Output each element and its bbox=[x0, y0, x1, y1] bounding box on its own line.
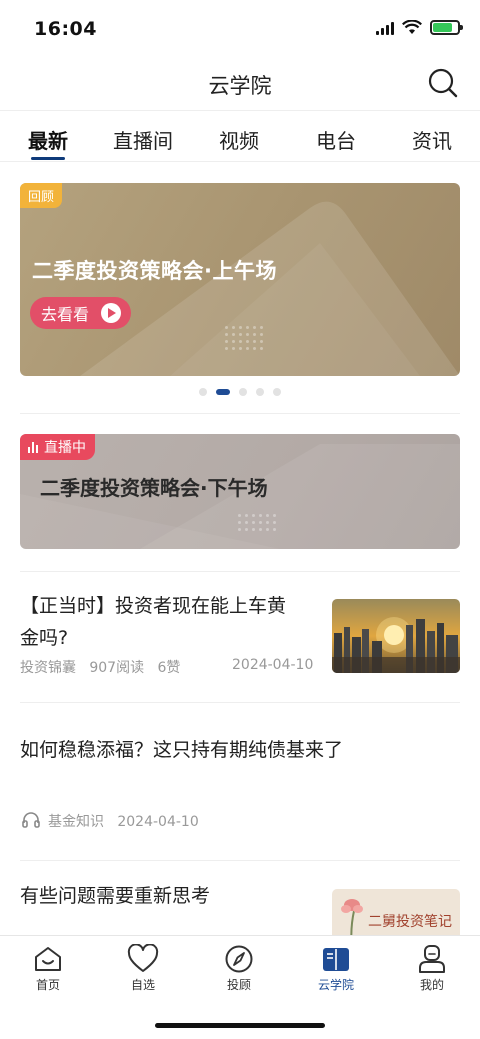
flower-illustration bbox=[341, 899, 363, 935]
article-title: 【正当时】投资者现在能上车黄金吗? bbox=[20, 595, 287, 649]
section-divider bbox=[20, 702, 460, 703]
heart-icon bbox=[127, 944, 159, 972]
tab-live-room[interactable]: 直播间 bbox=[113, 125, 173, 154]
nav-favorites[interactable]: 自选 bbox=[103, 944, 183, 993]
article-item[interactable]: 【正当时】投资者现在能上车黄金吗? 投资锦囊 907阅读 6赞 2024-04-… bbox=[20, 590, 460, 690]
tab-video[interactable]: 视频 bbox=[219, 125, 259, 154]
live-bars-icon bbox=[28, 441, 38, 453]
nav-home[interactable]: 首页 bbox=[8, 944, 88, 993]
watch-button-label: 去看看 bbox=[41, 305, 90, 324]
article-meta: 投资锦囊 907阅读 6赞 bbox=[20, 657, 180, 677]
dot-pattern-decoration bbox=[225, 326, 263, 350]
nav-advisor[interactable]: 投顾 bbox=[199, 944, 279, 993]
live-title: 二季度投资策略会·下午场 bbox=[40, 476, 268, 500]
headphones-icon bbox=[22, 812, 40, 828]
home-indicator[interactable] bbox=[155, 1023, 325, 1028]
wifi-icon bbox=[402, 20, 422, 34]
section-divider bbox=[20, 571, 460, 572]
section-divider bbox=[20, 860, 460, 861]
replay-badge: 回顾 bbox=[20, 183, 63, 208]
article-title: 如何稳稳添福？这只持有期纯债基来了 bbox=[20, 739, 344, 761]
article-meta: 基金知识 2024-04-10 bbox=[48, 811, 199, 831]
pager-dot[interactable] bbox=[239, 388, 247, 396]
pager-dot[interactable] bbox=[199, 388, 207, 396]
nav-home-label: 首页 bbox=[35, 978, 60, 992]
compass-icon bbox=[225, 945, 253, 973]
tab-radio[interactable]: 电台 bbox=[316, 125, 356, 154]
tab-latest[interactable]: 最新 bbox=[28, 125, 68, 154]
nav-advisor-label: 投顾 bbox=[226, 978, 251, 992]
article-item[interactable]: 有些问题需要重新思考 二舅投资笔记 bbox=[20, 880, 460, 935]
live-card[interactable]: 直播中 二季度投资策略会·下午场 bbox=[20, 434, 460, 549]
featured-banner[interactable]: 回顾 二季度投资策略会·上午场 去看看 bbox=[20, 183, 460, 376]
pager-dot[interactable] bbox=[273, 388, 281, 396]
watch-button[interactable]: 去看看 bbox=[30, 297, 131, 329]
battery-icon bbox=[430, 20, 463, 35]
article-date: 2024-04-10 bbox=[117, 814, 199, 830]
article-source: 基金知识 bbox=[48, 814, 104, 830]
active-tab-indicator bbox=[31, 157, 65, 160]
article-thumbnail-city-sunset bbox=[332, 599, 460, 673]
category-tabs: 最新 直播间 视频 电台 资讯 bbox=[0, 112, 480, 162]
article-reads: 907阅读 bbox=[89, 660, 145, 676]
play-icon bbox=[101, 303, 121, 323]
home-icon bbox=[35, 947, 61, 971]
article-thumbnail: 二舅投资笔记 bbox=[332, 889, 460, 935]
article-source: 投资锦囊 bbox=[20, 660, 76, 676]
user-icon bbox=[419, 945, 445, 973]
nav-profile[interactable]: 我的 bbox=[392, 944, 472, 993]
dot-pattern-decoration bbox=[238, 514, 276, 531]
cellular-signal-icon bbox=[376, 21, 394, 35]
nav-profile-label: 我的 bbox=[419, 978, 444, 992]
status-bar: 16:04 bbox=[0, 0, 480, 56]
banner-title: 二季度投资策略会·上午场 bbox=[32, 259, 277, 283]
nav-favorites-label: 自选 bbox=[130, 978, 155, 992]
live-badge-label: 直播中 bbox=[44, 440, 86, 456]
nav-academy-label: 云学院 bbox=[317, 978, 354, 992]
article-likes: 6赞 bbox=[157, 660, 181, 676]
thumbnail-caption: 二舅投资笔记 bbox=[368, 914, 452, 930]
banner-pager bbox=[0, 388, 480, 396]
tab-news[interactable]: 资讯 bbox=[412, 125, 452, 154]
search-icon[interactable] bbox=[428, 68, 458, 98]
live-badge: 直播中 bbox=[20, 434, 95, 460]
status-icons bbox=[376, 20, 463, 35]
page-title: 云学院 bbox=[208, 74, 272, 98]
article-date: 2024-04-10 bbox=[232, 657, 314, 673]
pager-dot[interactable] bbox=[256, 388, 264, 396]
nav-academy[interactable]: 云学院 bbox=[296, 944, 376, 993]
app-header: 云学院 bbox=[0, 56, 480, 111]
pager-dot-active[interactable] bbox=[216, 389, 230, 395]
article-item[interactable]: 如何稳稳添福？这只持有期纯债基来了 基金知识 2024-04-10 bbox=[20, 734, 460, 834]
status-time: 16:04 bbox=[34, 18, 97, 40]
section-divider bbox=[20, 413, 460, 414]
book-icon bbox=[323, 948, 349, 971]
